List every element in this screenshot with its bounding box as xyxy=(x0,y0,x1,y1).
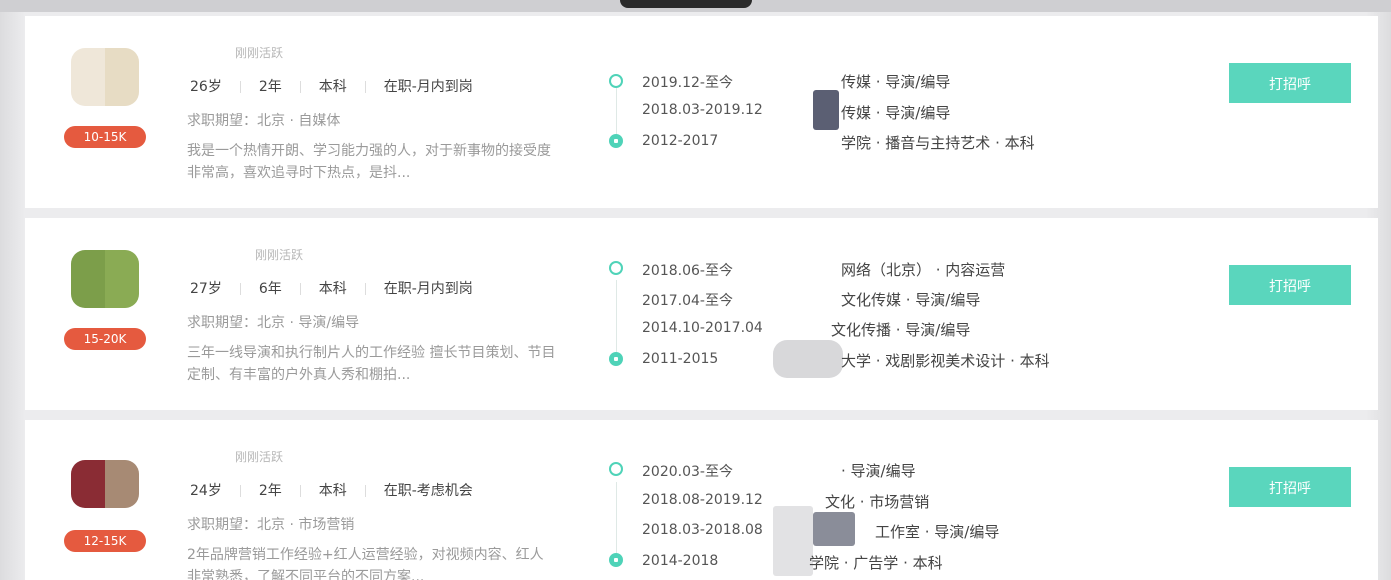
education: 本科 xyxy=(318,483,347,499)
greet-button[interactable]: 打招呼 xyxy=(1229,467,1351,507)
active-status: 刚刚活跃 xyxy=(235,450,284,464)
candidate-meta: 26岁 2年 本科 在职-月内到岗 xyxy=(190,76,473,96)
experience: 2年 xyxy=(258,483,282,499)
top-notch xyxy=(620,0,752,8)
age: 26岁 xyxy=(190,79,222,95)
job-expectation: 求职期望：北京 · 自媒体 xyxy=(187,113,341,129)
education: 本科 xyxy=(318,79,347,95)
education-timeline-dot xyxy=(609,553,623,567)
timeline-text: 工作室 · 导演/编导 xyxy=(875,523,1000,541)
salary-badge: 12-15K xyxy=(64,530,146,552)
candidate-list-page: 10-15K 刚刚活跃 26岁 2年 本科 在职-月内到岗 求职期望：北京 · 自媒体… xyxy=(0,0,1391,580)
job-expectation: 求职期望：北京 · 导演/编导 xyxy=(187,315,360,331)
timeline-text: 学院 · 播音与主持艺术 · 本科 xyxy=(841,134,1035,152)
salary-badge: 15-20K xyxy=(64,328,146,350)
timeline-date: 2014-2018 xyxy=(642,553,719,569)
timeline-text: 文化传媒 · 导演/编导 xyxy=(841,291,981,309)
blurred-logo xyxy=(773,506,813,576)
timeline-date: 2018.06-至今 xyxy=(642,263,733,279)
candidate-meta: 24岁 2年 本科 在职-考虑机会 xyxy=(190,480,473,500)
education-timeline-dot xyxy=(609,352,623,366)
experience: 6年 xyxy=(258,281,282,297)
greet-button[interactable]: 打招呼 xyxy=(1229,265,1351,305)
timeline-date: 2014.10-2017.04 xyxy=(642,320,763,336)
active-status: 刚刚活跃 xyxy=(235,46,284,60)
work-timeline-dot xyxy=(609,74,623,88)
timeline-text: · 导演/编导 xyxy=(841,462,916,480)
timeline-date: 2018.08-2019.12 xyxy=(642,492,763,508)
blurred-logo xyxy=(813,90,839,130)
active-status: 刚刚活跃 xyxy=(255,248,304,262)
salary-badge: 10-15K xyxy=(64,126,146,148)
age: 27岁 xyxy=(190,281,222,297)
job-status: 在职-月内到岗 xyxy=(383,281,473,297)
timeline-date: 2018.03-2019.12 xyxy=(642,102,763,118)
timeline-date: 2011-2015 xyxy=(642,351,719,367)
candidate-description: 2年品牌营销工作经验+红人运营经验，对视频内容、红人非常熟悉，了解不同平台的不同… xyxy=(187,547,544,580)
candidate-meta: 27岁 6年 本科 在职-月内到岗 xyxy=(190,278,473,298)
candidate-description: 三年一线导演和执行制片人的工作经验 擅长节目策划、节目定制、有丰富的户外真人秀和… xyxy=(187,345,556,383)
age: 24岁 xyxy=(190,483,222,499)
timeline-text: 学院 · 广告学 · 本科 xyxy=(809,554,943,572)
candidate-card-1[interactable]: 10-15K 刚刚活跃 26岁 2年 本科 在职-月内到岗 求职期望：北京 · 自媒体… xyxy=(25,16,1378,208)
greet-button[interactable]: 打招呼 xyxy=(1229,63,1351,103)
education: 本科 xyxy=(318,281,347,297)
work-timeline-dot xyxy=(609,462,623,476)
blurred-logo xyxy=(773,340,843,378)
job-status: 在职-考虑机会 xyxy=(383,483,473,499)
timeline-text: 网络（北京） · 内容运营 xyxy=(841,261,1006,279)
timeline-date: 2018.03-2018.08 xyxy=(642,522,763,538)
timeline-date: 2017.04-至今 xyxy=(642,293,733,309)
work-timeline-dot xyxy=(609,261,623,275)
experience: 2年 xyxy=(258,79,282,95)
timeline-text: 文化传播 · 导演/编导 xyxy=(831,321,971,339)
timeline-text: 大学 · 戏剧影视美术设计 · 本科 xyxy=(841,352,1050,370)
candidate-card-3[interactable]: 12-15K 刚刚活跃 24岁 2年 本科 在职-考虑机会 求职期望：北京 · 市场营… xyxy=(25,420,1378,580)
timeline-date: 2012-2017 xyxy=(642,133,719,149)
timeline-date: 2019.12-至今 xyxy=(642,75,733,91)
blurred-logo xyxy=(813,512,855,546)
candidate-description: 我是一个热情开朗、学习能力强的人，对于新事物的接受度非常高，喜欢追寻时下热点，是… xyxy=(187,143,551,181)
education-timeline-dot xyxy=(609,134,623,148)
timeline-text: 文化 · 市场营销 xyxy=(825,493,930,511)
timeline-text: 传媒 · 导演/编导 xyxy=(841,104,951,122)
timeline-text: 传媒 · 导演/编导 xyxy=(841,73,951,91)
timeline-date: 2020.03-至今 xyxy=(642,464,733,480)
job-expectation: 求职期望：北京 · 市场营销 xyxy=(187,517,355,533)
job-status: 在职-月内到岗 xyxy=(383,79,473,95)
candidate-card-2[interactable]: 15-20K 刚刚活跃 27岁 6年 本科 在职-月内到岗 求职期望：北京 · 导演/… xyxy=(25,218,1378,410)
avatar xyxy=(71,460,139,508)
avatar xyxy=(71,48,139,106)
avatar xyxy=(71,250,139,308)
